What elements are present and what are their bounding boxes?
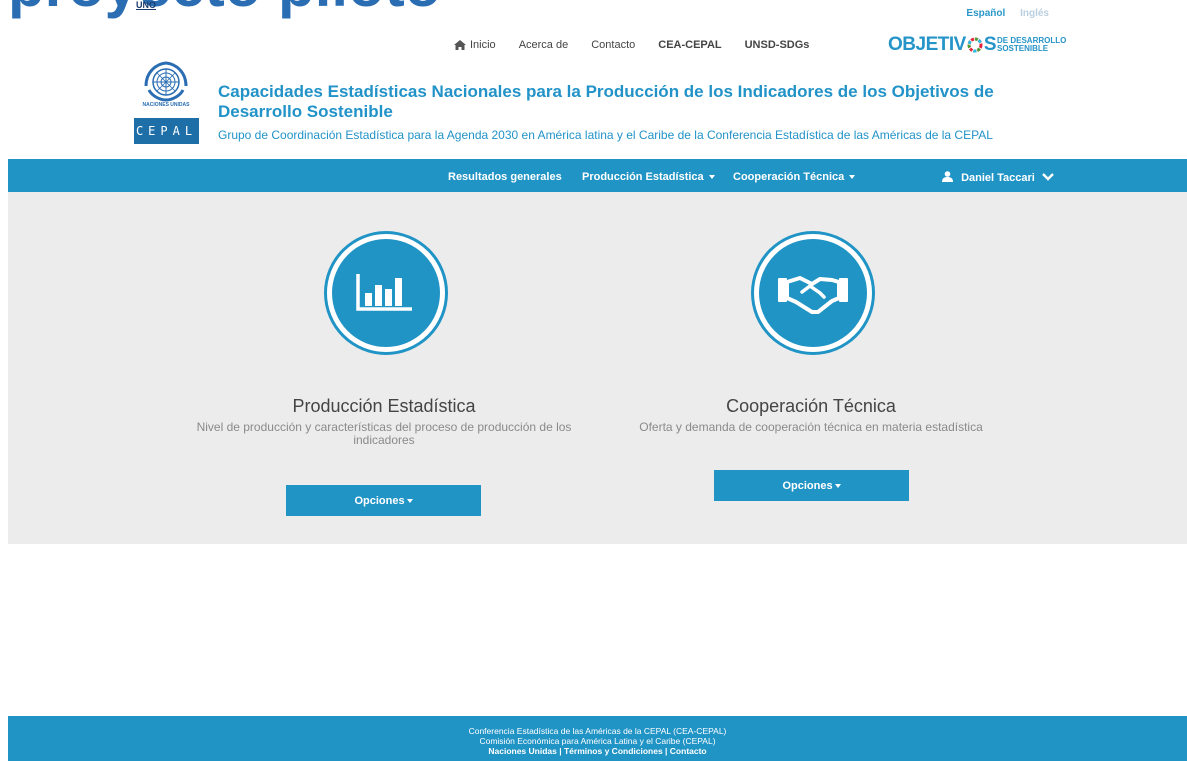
- page-title: Capacidades Estadísticas Nacionales para…: [218, 82, 994, 121]
- content-panel: Producción Estadística Nivel de producci…: [8, 192, 1187, 544]
- nav-contact-link[interactable]: Contacto: [591, 39, 635, 51]
- footer-contact-link[interactable]: Contacto: [670, 746, 707, 756]
- nav-cooperation-dropdown[interactable]: Cooperación Técnica: [733, 171, 856, 183]
- production-icon-circle[interactable]: [327, 234, 445, 352]
- footer-separator: |: [556, 746, 564, 756]
- nav-results-link[interactable]: Resultados generales: [448, 171, 562, 183]
- footer-line-2: Comisión Económica para América Latina y…: [479, 736, 716, 746]
- caret-down-icon: [849, 175, 856, 180]
- production-options-button[interactable]: Opciones: [286, 485, 481, 516]
- user-name: Daniel Taccari: [961, 172, 1035, 184]
- nav-cea-cepal-link[interactable]: CEA-CEPAL: [658, 39, 721, 51]
- cooperation-description: Oferta y demanda de cooperación técnica …: [639, 420, 983, 434]
- clipped-small-text: UNO: [136, 0, 156, 10]
- sdg-wheel-icon: [967, 37, 983, 53]
- un-label: NACIONES UNIDAS: [142, 102, 190, 108]
- user-icon: [942, 171, 953, 182]
- main-nav-bar: Resultados generales Producción Estadíst…: [8, 159, 1187, 192]
- cooperation-options-button[interactable]: Opciones: [714, 470, 909, 501]
- user-menu[interactable]: Daniel Taccari: [942, 171, 1054, 184]
- footer: Conferencia Estadística de las Américas …: [8, 716, 1187, 761]
- caret-down-icon: [406, 498, 413, 503]
- caret-down-icon: [708, 175, 715, 180]
- chevron-down-icon: [1042, 173, 1054, 181]
- footer-separator: |: [662, 746, 670, 756]
- nav-results-label: Resultados generales: [448, 171, 562, 183]
- ods-logo-text-left: OBJETIV: [888, 34, 966, 55]
- bar-chart-icon: [356, 274, 412, 311]
- ods-logo-subtext: DE DESARROLLO SOSTENIBLE: [997, 37, 1066, 53]
- nav-production-dropdown[interactable]: Producción Estadística: [582, 171, 715, 183]
- footer-links: Naciones Unidas | Términos y Condiciones…: [8, 746, 1187, 756]
- ods-logo-text-right: S: [983, 34, 997, 55]
- nav-about-link[interactable]: Acerca de: [519, 39, 569, 51]
- nav-cooperation-label: Cooperación Técnica: [733, 171, 845, 183]
- lang-spanish-link[interactable]: Español: [966, 8, 1005, 19]
- cooperation-title: Cooperación Técnica: [726, 396, 896, 416]
- nav-production-label: Producción Estadística: [582, 171, 704, 183]
- cepal-logo: CEPAL: [134, 118, 199, 144]
- page-subtitle: Grupo de Coordinación Estadística para l…: [218, 128, 993, 142]
- production-title: Producción Estadística: [292, 396, 476, 416]
- footer-terms-link[interactable]: Términos y Condiciones: [564, 746, 663, 756]
- page: proyecto piloto UNO Español Inglés Inici…: [8, 0, 1187, 761]
- cooperation-icon-circle[interactable]: [754, 234, 872, 352]
- nav-home-link[interactable]: Inicio: [454, 39, 496, 51]
- lang-english-link[interactable]: Inglés: [1020, 8, 1049, 19]
- footer-un-link[interactable]: Naciones Unidas: [488, 746, 557, 756]
- handshake-icon: [778, 276, 848, 314]
- ods-logo-subtext-bottom: SOSTENIBLE: [997, 44, 1049, 53]
- home-icon: [454, 40, 466, 50]
- cooperation-options-label: Opciones: [782, 479, 833, 492]
- footer-line-1: Conferencia Estadística de las Américas …: [468, 726, 727, 736]
- top-nav: Inicio Acerca de Contacto CEA-CEPAL UNSD…: [454, 39, 832, 51]
- ods-logo[interactable]: OBJETIV S DE DESARROLLO SOSTENIBLE: [888, 34, 1066, 56]
- nav-unsd-sdgs-link[interactable]: UNSD-SDGs: [745, 39, 810, 51]
- nav-home-label: Inicio: [470, 39, 496, 51]
- caret-down-icon: [834, 483, 841, 488]
- production-description: Nivel de producción y características de…: [196, 420, 572, 447]
- production-options-label: Opciones: [354, 494, 405, 507]
- language-switch: Español Inglés: [954, 8, 1049, 19]
- clipped-banner-text: proyecto piloto: [8, 0, 441, 16]
